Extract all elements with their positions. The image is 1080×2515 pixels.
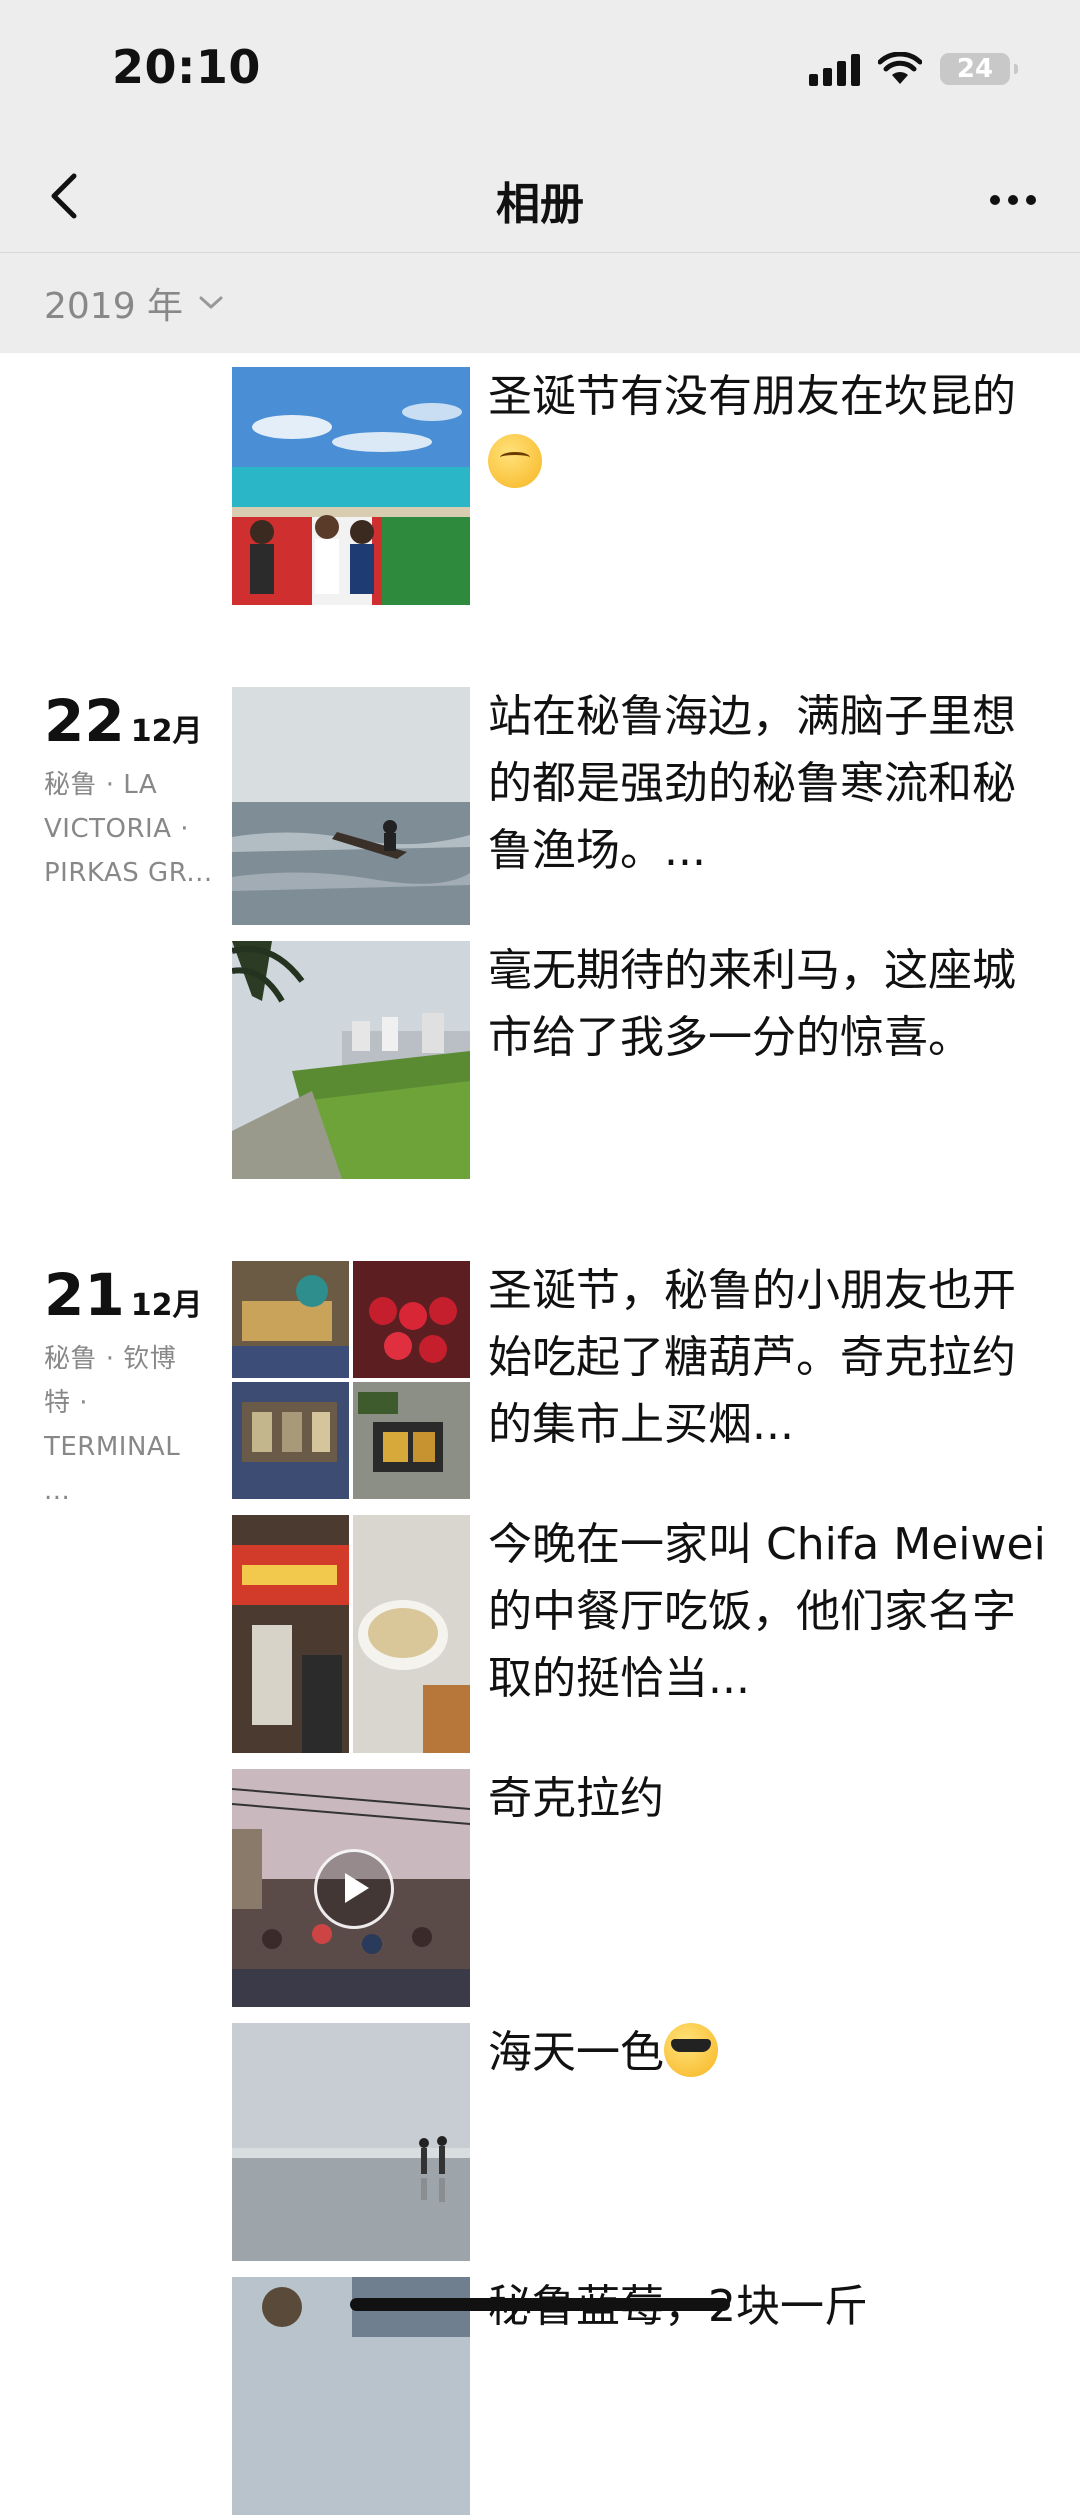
date-header: 21 12月 秘鲁 · 钦博 特 · TERMINAL ... [44, 1261, 214, 1513]
photo-tile [232, 1261, 349, 1378]
album-post[interactable]: 奇克拉约 [232, 1769, 1052, 2007]
album-post[interactable]: 圣诞节，秘鲁的小朋友也开始吃起了糖葫芦。奇克拉约的集市上买烟... [232, 1261, 1052, 1499]
more-dot-icon [1008, 195, 1018, 205]
location-line: PIRKAS GR... [44, 858, 213, 888]
post-caption-text: 站在秘鲁海边，满脑子里想的都是强劲的秘鲁寒流和秘鲁渔场。... [488, 691, 1016, 876]
post-caption-text: 今晚在一家叫 Chifa Meiwei 的中餐厅吃饭，他们家名字取的挺恰当... [488, 1519, 1046, 1704]
album-post[interactable]: 站在秘鲁海边，满脑子里想的都是强劲的秘鲁寒流和秘鲁渔场。... [232, 687, 1052, 925]
post-caption-text: 毫无期待的来利马，这座城市给了我多一分的惊喜。 [488, 945, 1016, 1063]
chevron-down-icon [199, 296, 223, 309]
year-filter-label: 2019 年 [44, 286, 184, 327]
year-filter-button[interactable]: 2019 年 [44, 277, 225, 329]
home-indicator[interactable] [350, 2298, 730, 2311]
post-caption: 圣诞节，秘鲁的小朋友也开始吃起了糖葫芦。奇克拉约的集市上买烟... [488, 1257, 1048, 1458]
location-line: TERMINAL ... [44, 1432, 181, 1506]
post-thumbnail [232, 1261, 470, 1499]
nav-bar: 相册 [0, 140, 1080, 253]
date-month: 12月 [130, 714, 203, 749]
post-caption: 站在秘鲁海边，满脑子里想的都是强劲的秘鲁寒流和秘鲁渔场。... [488, 683, 1048, 884]
date-day: 22 [44, 687, 125, 755]
photo-tile [352, 1261, 470, 1378]
battery-icon: 24 [940, 53, 1018, 85]
more-dot-icon [1026, 195, 1036, 205]
album-post[interactable]: 海天一色 [232, 2023, 1052, 2261]
date-day: 21 [44, 1261, 125, 1329]
wifi-icon [878, 52, 922, 84]
album-post[interactable]: 圣诞节有没有朋友在坎昆的 [232, 367, 1052, 605]
wink-emoji-icon [488, 434, 542, 488]
post-thumbnail [232, 1769, 470, 2007]
post-thumbnail [232, 687, 470, 925]
post-caption: 今晚在一家叫 Chifa Meiwei 的中餐厅吃饭，他们家名字取的挺恰当... [488, 1511, 1048, 1712]
photo-tile [352, 1515, 470, 1753]
location-line: 秘鲁 · LA [44, 770, 158, 800]
post-caption-text: 奇克拉约 [488, 1773, 664, 1824]
post-caption: 毫无期待的来利马，这座城市给了我多一分的惊喜。 [488, 937, 1048, 1071]
post-caption: 海天一色 [488, 2019, 1048, 2086]
post-thumbnail [232, 367, 470, 605]
battery-level: 24 [956, 54, 994, 84]
location-label[interactable]: 秘鲁 · 钦博 特 · TERMINAL ... [44, 1337, 214, 1513]
location-line: 秘鲁 · 钦博 [44, 1344, 177, 1374]
album-post[interactable]: 今晚在一家叫 Chifa Meiwei 的中餐厅吃饭，他们家名字取的挺恰当... [232, 1515, 1052, 1753]
photo-tile [232, 1381, 349, 1499]
page-title: 相册 [496, 179, 584, 230]
post-caption: 圣诞节有没有朋友在坎昆的 [488, 363, 1048, 497]
status-icons: 24 [809, 52, 1018, 86]
post-caption-text: 圣诞节，秘鲁的小朋友也开始吃起了糖葫芦。奇克拉约的集市上买烟... [488, 1265, 1016, 1450]
year-filter-bar: 2019 年 [0, 253, 1080, 353]
more-options-button[interactable] [978, 170, 1048, 230]
location-label[interactable]: 秘鲁 · LA VICTORIA · PIRKAS GR... [44, 763, 214, 895]
more-dot-icon [990, 195, 1000, 205]
album-post[interactable]: 秘鲁蓝莓，2块一斤 [232, 2277, 1052, 2515]
post-thumbnail [232, 2023, 470, 2261]
photo-tile [352, 1381, 470, 1499]
location-line: 特 · [44, 1388, 89, 1418]
date-header: 22 12月 秘鲁 · LA VICTORIA · PIRKAS GR... [44, 687, 214, 895]
status-bar: 20:10 24 [0, 0, 1080, 140]
date-month: 12月 [130, 1288, 203, 1323]
post-caption: 奇克拉约 [488, 1765, 1048, 1832]
sunglasses-emoji-icon [664, 2023, 718, 2077]
post-thumbnail [232, 2277, 470, 2515]
signal-icon [809, 52, 860, 86]
post-thumbnail [232, 941, 470, 1179]
photo-tile [232, 1515, 349, 1753]
status-time: 20:10 [112, 40, 261, 94]
location-line: VICTORIA · [44, 814, 190, 844]
album-post[interactable]: 毫无期待的来利马，这座城市给了我多一分的惊喜。 [232, 941, 1052, 1179]
play-icon[interactable] [314, 1849, 394, 1929]
post-thumbnail [232, 1515, 470, 1753]
post-caption-text: 海天一色 [488, 2027, 664, 2078]
post-caption-text: 圣诞节有没有朋友在坎昆的 [488, 371, 1016, 422]
